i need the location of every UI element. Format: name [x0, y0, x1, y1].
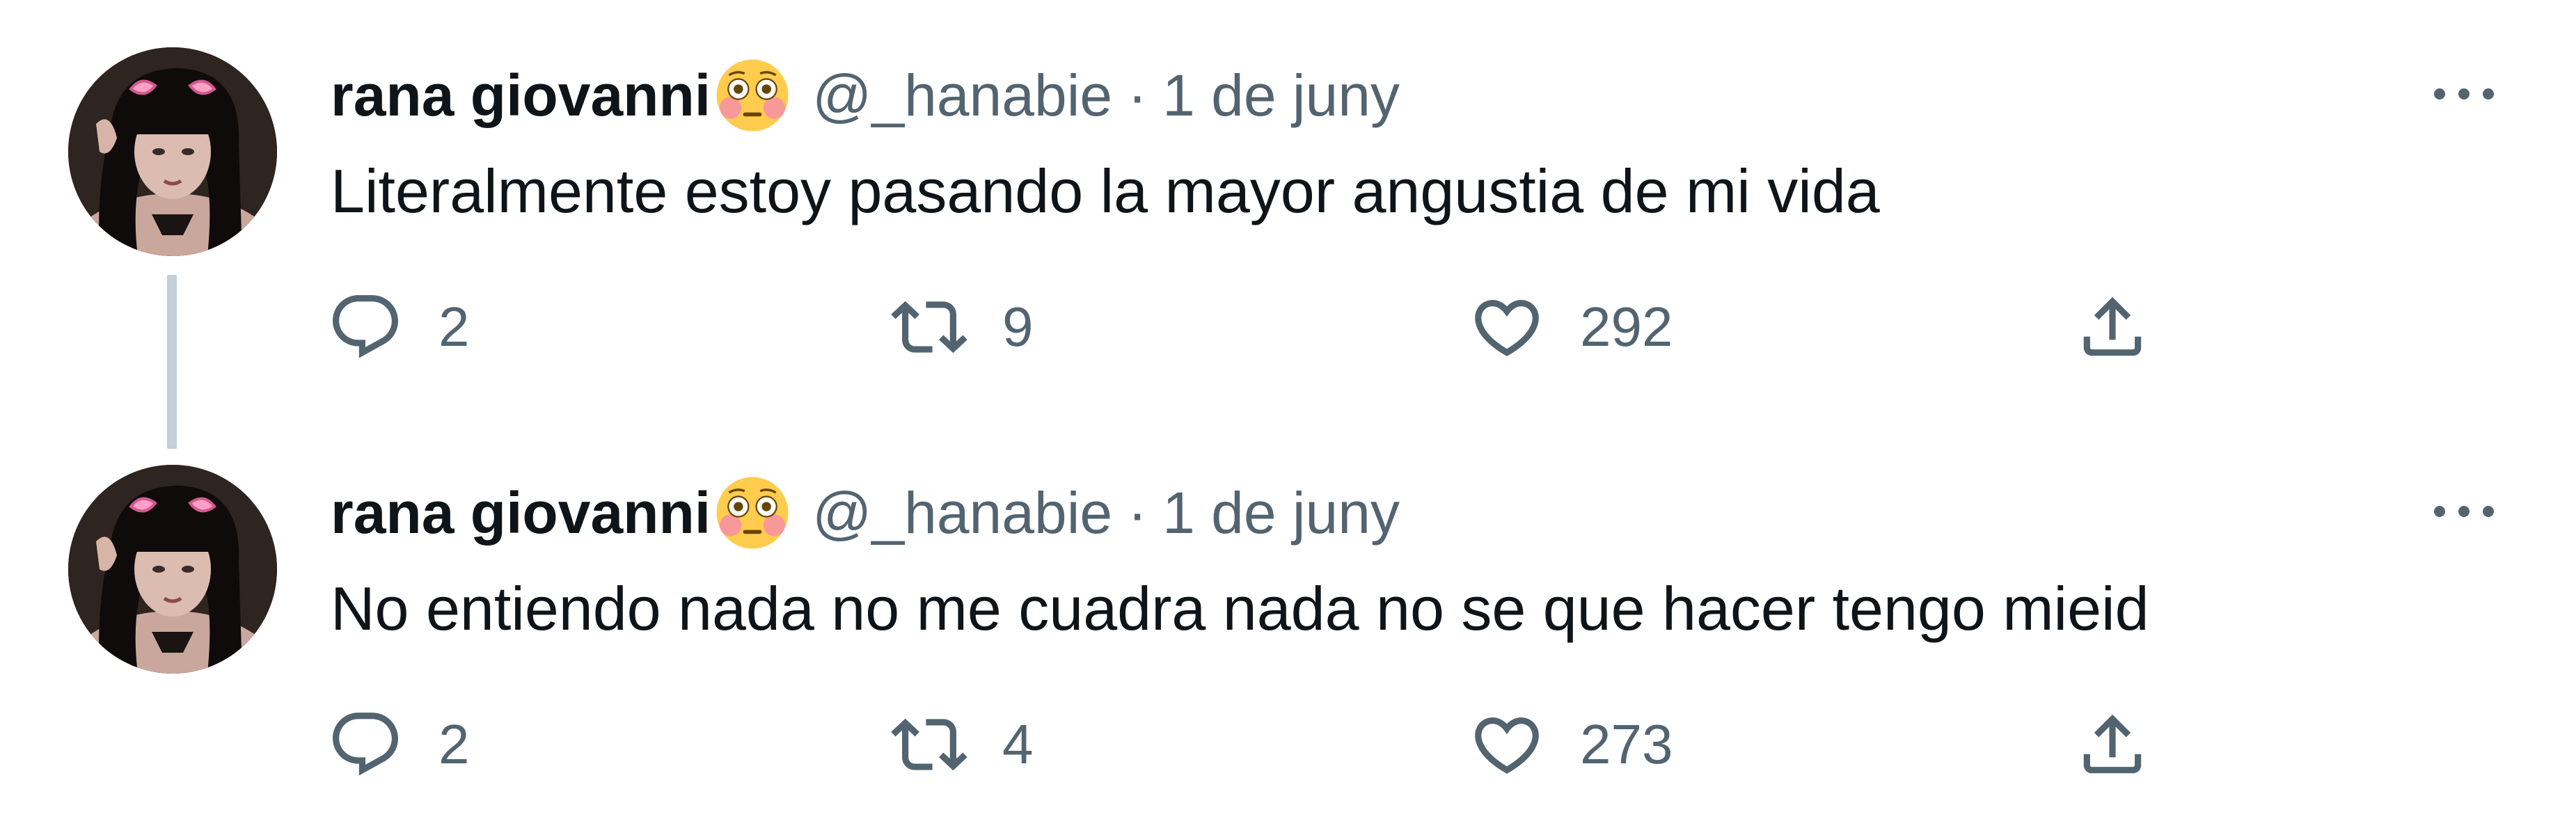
reply-count: 2 [438, 713, 470, 775]
like-count: 292 [1580, 296, 1673, 358]
flushed-face-emoji-icon [713, 56, 791, 134]
reply-icon [333, 295, 398, 358]
tweet-date[interactable]: 1 de juny [1162, 57, 1400, 134]
tweet-header: rana giovanni @_hanabie · 1 de juny [331, 475, 1400, 551]
tweet-header: rana giovanni @_hanabie · 1 de juny [331, 57, 1400, 134]
reply-button[interactable]: 2 [327, 696, 470, 793]
share-icon [2083, 296, 2142, 356]
like-count: 273 [1580, 713, 1673, 775]
share-icon [2083, 714, 2142, 774]
tweet-date[interactable]: 1 de juny [1162, 475, 1400, 551]
like-button[interactable]: 273 [1469, 696, 1673, 793]
avatar-image [68, 47, 277, 256]
retweet-icon [891, 718, 967, 771]
retweet-count: 4 [1002, 713, 1034, 775]
user-handle[interactable]: @_hanabie [812, 475, 1112, 551]
reply-count: 2 [438, 296, 470, 358]
tweet-thread: rana giovanni @_hanabie · 1 de juny Lite… [0, 0, 2576, 835]
retweet-icon [891, 301, 967, 353]
more-options-icon [2434, 506, 2494, 517]
heart-icon [1475, 300, 1539, 356]
tweet[interactable]: rana giovanni @_hanabie · 1 de juny [0, 0, 2576, 449]
retweet-button[interactable]: 4 [891, 696, 1034, 793]
avatar[interactable] [68, 47, 277, 256]
display-name[interactable]: rana giovanni [331, 57, 711, 134]
heart-icon [1475, 717, 1539, 774]
tweet[interactable]: rana giovanni @_hanabie · 1 de juny [0, 418, 2576, 835]
tweet-actions: 2 9 292 [0, 278, 2576, 376]
separator-dot: · [1128, 63, 1148, 128]
display-name[interactable]: rana giovanni [331, 475, 711, 551]
reply-button[interactable]: 2 [327, 278, 470, 376]
more-options-icon [2434, 88, 2494, 100]
reply-icon [333, 713, 398, 776]
user-handle[interactable]: @_hanabie [812, 57, 1112, 134]
tweet-actions: 2 4 273 [0, 696, 2576, 793]
retweet-count: 9 [1002, 296, 1034, 358]
separator-dot: · [1128, 480, 1148, 546]
share-button[interactable] [2074, 278, 2151, 376]
more-options-button[interactable] [2422, 484, 2506, 539]
avatar-image [68, 465, 277, 674]
more-options-button[interactable] [2422, 66, 2506, 122]
avatar[interactable] [68, 465, 277, 674]
tweet-text: No entiendo nada no me cuadra nada no se… [331, 574, 2149, 643]
flushed-face-emoji-icon [713, 474, 791, 552]
share-button[interactable] [2074, 696, 2151, 793]
retweet-button[interactable]: 9 [891, 278, 1034, 376]
tweet-text: Literalmente estoy pasando la mayor angu… [331, 157, 1880, 225]
like-button[interactable]: 292 [1469, 278, 1673, 376]
